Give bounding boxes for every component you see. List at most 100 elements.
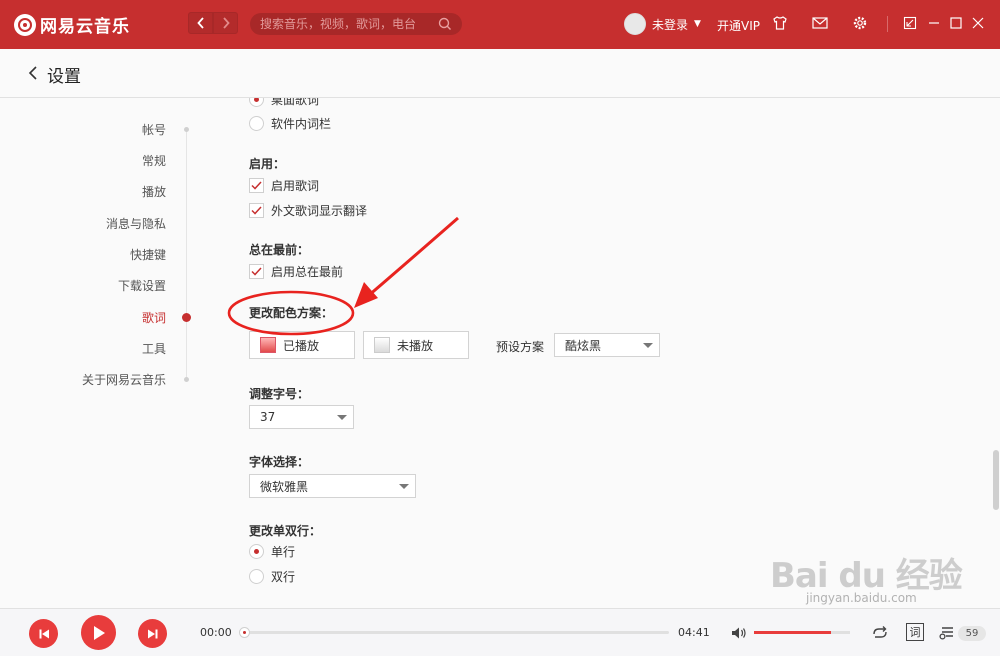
font-size-select[interactable]: 37 <box>249 405 354 429</box>
play-button[interactable] <box>81 615 116 650</box>
settings-nav: 帐号 常规 播放 消息与隐私 快捷键 下载设置 歌词 工具 关于网易云音乐 <box>0 98 230 608</box>
radio-button[interactable] <box>249 544 264 559</box>
section-title-font: 字体选择： <box>249 455 310 469</box>
close-icon[interactable] <box>969 14 987 32</box>
nav-item-tools[interactable]: 工具 <box>142 340 166 357</box>
previous-icon <box>39 629 49 638</box>
lyrics-toggle-button[interactable]: 词 <box>906 623 924 641</box>
window-controls-divider <box>887 16 888 32</box>
scrollbar-thumb[interactable] <box>993 450 999 510</box>
mini-mode-icon[interactable] <box>901 14 919 32</box>
caret-down-icon <box>643 343 653 348</box>
checkmark-icon <box>251 206 262 215</box>
option-label: 桌面歌词 <box>271 98 320 107</box>
checkbox[interactable] <box>249 203 264 218</box>
nav-item-playback[interactable]: 播放 <box>142 183 166 200</box>
checkbox-always-on-top[interactable]: 启用总在最前 <box>249 263 343 280</box>
progress-bar[interactable] <box>239 627 669 638</box>
option-label: 启用总在最前 <box>271 265 344 279</box>
section-title-font-size: 调整字号： <box>249 387 310 401</box>
back-button[interactable] <box>188 12 213 34</box>
radio-desktop-lyrics[interactable]: 桌面歌词 <box>249 98 319 108</box>
played-color-button[interactable]: 已播放 <box>249 331 355 359</box>
playlist-count-badge[interactable]: 59 <box>958 626 986 641</box>
previous-track-button[interactable] <box>29 619 58 648</box>
option-label: 软件内词栏 <box>271 117 332 131</box>
loop-mode-icon[interactable] <box>871 625 889 644</box>
caret-down-icon <box>399 484 409 489</box>
unplayed-color-button[interactable]: 未播放 <box>363 331 469 359</box>
radio-button[interactable] <box>249 569 264 584</box>
vip-link[interactable]: 开通VIP <box>717 17 760 34</box>
nav-track-line <box>186 128 187 378</box>
checkbox[interactable] <box>249 178 264 193</box>
nav-item-shortcuts[interactable]: 快捷键 <box>130 246 166 263</box>
user-name[interactable]: 未登录 <box>652 16 688 33</box>
caret-down-icon[interactable]: ▼ <box>694 19 701 29</box>
settings-icon[interactable] <box>851 14 869 32</box>
baidu-jingyan-watermark: Bai du 经验 jingyan.baidu.com <box>770 548 963 605</box>
nav-item-account[interactable]: 帐号 <box>142 121 166 138</box>
radio-single-line[interactable]: 单行 <box>249 543 295 560</box>
chevron-left-icon <box>196 17 204 29</box>
watermark-logo: Bai du 经验 <box>770 556 963 596</box>
radio-double-line[interactable]: 双行 <box>249 568 295 585</box>
minimize-icon[interactable] <box>925 14 943 32</box>
volume-slider[interactable] <box>754 631 850 634</box>
next-track-button[interactable] <box>138 619 167 648</box>
section-title-color-scheme: 更改配色方案： <box>249 306 334 320</box>
player-bar: 00:00 04:41 词 59 <box>0 608 1000 656</box>
forward-button[interactable] <box>213 12 238 34</box>
nav-item-download[interactable]: 下载设置 <box>118 277 166 294</box>
nav-item-privacy[interactable]: 消息与隐私 <box>106 215 166 232</box>
radio-button[interactable] <box>249 98 264 107</box>
volume-icon[interactable] <box>731 626 747 643</box>
app-name: 网易云音乐 <box>40 17 130 37</box>
radio-inapp-lyrics-bar[interactable]: 软件内词栏 <box>249 115 331 132</box>
radio-button[interactable] <box>249 116 264 131</box>
unplayed-color-swatch <box>374 337 390 353</box>
lyrics-toggle-label: 词 <box>909 626 921 639</box>
nav-dot-active <box>182 313 191 322</box>
app-logo[interactable]: 网易云音乐 <box>14 12 130 37</box>
nav-item-lyrics[interactable]: 歌词 <box>142 309 166 326</box>
checkbox-enable-lyrics[interactable]: 启用歌词 <box>249 177 319 194</box>
nav-item-general[interactable]: 常规 <box>142 152 166 169</box>
progress-handle[interactable] <box>239 627 250 638</box>
avatar[interactable] <box>624 13 646 35</box>
section-title-enable: 启用： <box>249 157 286 171</box>
option-label: 单行 <box>271 545 296 559</box>
checkbox[interactable] <box>249 264 264 279</box>
option-label: 外文歌词显示翻译 <box>271 204 368 218</box>
user-menu[interactable]: 未登录 ▼ <box>624 13 701 35</box>
title-bar: 网易云音乐 未登录 ▼ 开通VIP <box>0 0 1000 49</box>
section-title-lines: 更改单双行： <box>249 524 322 538</box>
played-color-swatch <box>260 337 276 353</box>
font-family-value: 微软雅黑 <box>260 479 309 494</box>
preset-select[interactable]: 酷炫黑 <box>554 333 660 357</box>
checkmark-icon <box>251 181 262 190</box>
play-icon <box>93 625 105 640</box>
skin-icon[interactable] <box>771 14 789 32</box>
nav-item-about[interactable]: 关于网易云音乐 <box>82 371 166 388</box>
back-arrow-icon[interactable] <box>27 65 39 81</box>
lyrics-settings-panel: 桌面歌词 软件内词栏 启用： 启用歌词 外文歌词显示翻译 总在最前： 启用总在最… <box>230 98 990 608</box>
option-label: 启用歌词 <box>271 179 320 193</box>
page-title: 设置 <box>47 67 81 87</box>
content-scrollbar[interactable] <box>991 98 1000 608</box>
netease-logo-icon <box>14 13 36 36</box>
search-icon[interactable] <box>438 17 452 31</box>
next-icon <box>147 629 157 638</box>
font-family-select[interactable]: 微软雅黑 <box>249 474 416 498</box>
played-color-label: 已播放 <box>283 338 320 353</box>
checkbox-translate-lyrics[interactable]: 外文歌词显示翻译 <box>249 202 367 219</box>
chevron-right-icon <box>222 17 230 29</box>
mail-icon[interactable] <box>811 14 829 32</box>
search-input[interactable] <box>260 17 430 31</box>
caret-down-icon <box>337 415 347 420</box>
volume-level <box>754 631 831 634</box>
playlist-icon[interactable] <box>938 625 956 644</box>
maximize-icon[interactable] <box>947 14 965 32</box>
font-size-value: 37 <box>260 410 276 424</box>
checkmark-icon <box>251 267 262 276</box>
